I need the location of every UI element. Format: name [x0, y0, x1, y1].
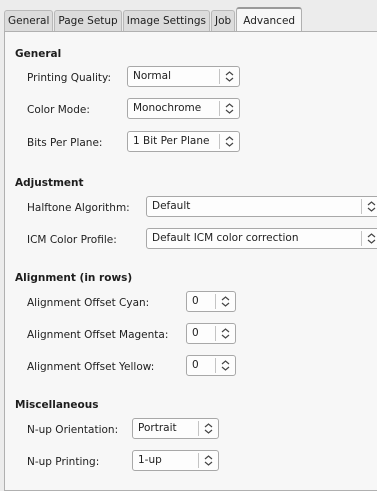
alignment-magenta-value: 0	[192, 327, 199, 339]
halftone-algorithm-label: Halftone Algorithm:	[27, 202, 130, 214]
up-down-arrows-icon	[199, 451, 218, 470]
color-mode-value: Monochrome	[133, 102, 202, 114]
icm-color-profile-label: ICM Color Profile:	[27, 234, 117, 246]
up-down-arrows-icon[interactable]	[216, 292, 235, 311]
adjustment-heading: Adjustment	[15, 177, 84, 189]
nup-orientation-select[interactable]: Portrait	[132, 418, 219, 439]
up-down-arrows-icon	[362, 229, 377, 248]
alignment-yellow-value: 0	[192, 359, 199, 371]
up-down-arrows-icon	[220, 132, 239, 151]
tab-bar: General Page Setup Image Settings Job Ad…	[4, 7, 303, 32]
alignment-magenta-label: Alignment Offset Magenta:	[27, 329, 169, 341]
printing-quality-value: Normal	[133, 70, 171, 82]
alignment-cyan-spinbox[interactable]: 0	[186, 291, 236, 312]
halftone-algorithm-value: Default	[152, 200, 191, 212]
alignment-heading: Alignment (in rows)	[15, 272, 133, 284]
tab-image-settings[interactable]: Image Settings	[122, 10, 211, 31]
icm-color-profile-select[interactable]: Default ICM color correction	[146, 228, 377, 249]
alignment-cyan-label: Alignment Offset Cyan:	[27, 297, 150, 309]
nup-orientation-value: Portrait	[138, 422, 177, 434]
tab-advanced[interactable]: Advanced	[236, 7, 303, 31]
nup-printing-select[interactable]: 1-up	[132, 450, 219, 471]
nup-printing-label: N-up Printing:	[27, 456, 100, 468]
nup-printing-value: 1-up	[138, 454, 162, 466]
printing-quality-select[interactable]: Normal	[127, 66, 240, 87]
alignment-yellow-label: Alignment Offset Yellow:	[27, 361, 155, 373]
up-down-arrows-icon[interactable]	[216, 324, 235, 343]
icm-color-profile-value: Default ICM color correction	[152, 232, 299, 244]
advanced-panel: General Printing Quality: Normal Color M…	[4, 31, 377, 491]
tab-job[interactable]: Job	[211, 10, 236, 31]
up-down-arrows-icon[interactable]	[216, 356, 235, 375]
up-down-arrows-icon	[220, 99, 239, 118]
halftone-algorithm-select[interactable]: Default	[146, 196, 377, 217]
alignment-yellow-spinbox[interactable]: 0	[186, 355, 236, 376]
general-heading: General	[15, 48, 62, 60]
bits-per-plane-label: Bits Per Plane:	[27, 137, 103, 149]
up-down-arrows-icon	[199, 419, 218, 438]
printing-quality-label: Printing Quality:	[27, 72, 112, 84]
color-mode-label: Color Mode:	[27, 104, 90, 116]
nup-orientation-label: N-up Orientation:	[27, 424, 119, 436]
tab-page-setup[interactable]: Page Setup	[54, 10, 122, 31]
up-down-arrows-icon	[362, 197, 377, 216]
color-mode-select[interactable]: Monochrome	[127, 98, 240, 119]
alignment-cyan-value: 0	[192, 295, 199, 307]
bits-per-plane-value: 1 Bit Per Plane	[133, 135, 210, 147]
miscellaneous-heading: Miscellaneous	[15, 399, 99, 411]
bits-per-plane-select[interactable]: 1 Bit Per Plane	[127, 131, 240, 152]
alignment-magenta-spinbox[interactable]: 0	[186, 323, 236, 344]
tab-general[interactable]: General	[4, 10, 54, 31]
up-down-arrows-icon	[220, 67, 239, 86]
